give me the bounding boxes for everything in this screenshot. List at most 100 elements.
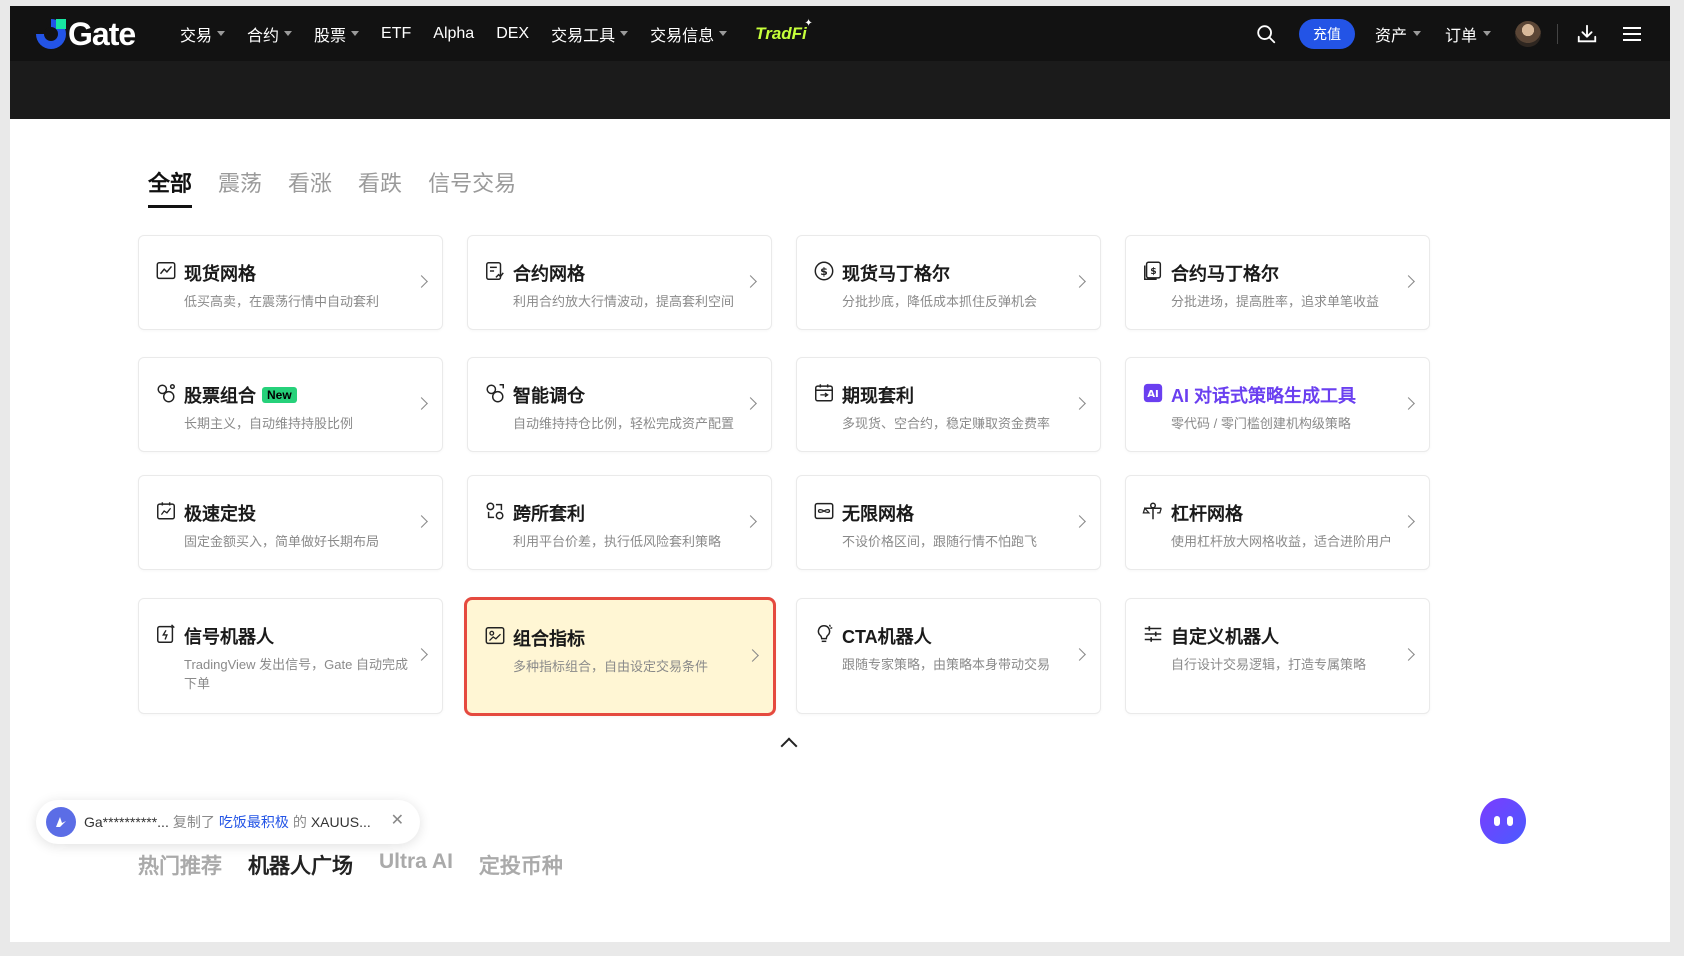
card-description: 分批进场，提高胜率，追求单笔收益 (1171, 294, 1380, 309)
nav-item-trading-tools[interactable]: 交易工具 (551, 22, 629, 46)
new-badge: New (262, 387, 297, 403)
card-description: 零代码 / 零门槛创建机构级策略 (1171, 416, 1351, 431)
tab-all[interactable]: 全部 (148, 166, 193, 208)
card-description: 使用杠杆放大网格收益，适合进阶用户 (1171, 534, 1393, 549)
card-signal-bot[interactable]: 信号机器人 TradingView 发出信号，Gate 自动完成下单 (138, 598, 443, 714)
tab-bullish[interactable]: 看涨 (288, 166, 332, 208)
leverage-scale-icon (1142, 502, 1162, 520)
tab-bearish[interactable]: 看跌 (358, 166, 402, 208)
nav-item-dex[interactable]: DEX (496, 25, 529, 43)
chevron-right-icon (1402, 396, 1415, 410)
nav-label: Alpha (433, 24, 475, 42)
toast-strategy-link[interactable]: 吃饭最积极 (219, 812, 289, 832)
nav-item-tradfi[interactable]: TradFi ✦ (755, 18, 813, 44)
download-button[interactable] (1576, 23, 1598, 45)
tab-dca-coins[interactable]: 定投币种 (479, 850, 563, 880)
collapse-chevron-up-icon[interactable] (780, 737, 798, 755)
card-leverage-grid[interactable]: 杠杆网格 使用杠杆放大网格收益，适合进阶用户 (1125, 475, 1430, 570)
chevron-right-icon (1402, 514, 1415, 528)
card-spot-martingale[interactable]: $ 现货马丁格尔 分批抄底，降低成本抓住反弹机会 (796, 235, 1101, 330)
nav-label: 股票 (314, 27, 347, 45)
download-icon (1577, 24, 1597, 42)
top-navigation-bar: Gate 交易 合约 股票 ETF Alpha DEX 交易工具 交易信息 Tr… (10, 6, 1670, 61)
chevron-right-icon (744, 396, 757, 410)
card-cta-bot[interactable]: CTA机器人 跟随专家策略，由策略本身带动交易 (796, 598, 1101, 714)
portfolio-icon (157, 384, 175, 403)
search-button[interactable] (1255, 23, 1277, 45)
deposit-button[interactable]: 充值 (1298, 18, 1355, 49)
orders-menu[interactable]: 订单 (1445, 22, 1491, 46)
card-spot-futures-arbitrage[interactable]: 期现套利 多现货、空合约，稳定赚取资金费率 (796, 357, 1101, 452)
bot-eye-icon (1506, 816, 1513, 826)
toast-user: Ga**********... (84, 814, 169, 830)
card-title-text: 股票组合 (184, 386, 256, 406)
toast-of: 的 (292, 814, 307, 830)
nav-item-trade[interactable]: 交易 (180, 22, 226, 46)
card-spot-grid[interactable]: 现货网格 低买高卖，在震荡行情中自动套利 (138, 235, 443, 330)
card-cross-exchange-arbitrage[interactable]: 跨所套利 利用平台价差，执行低风险套利策略 (467, 475, 772, 570)
infinity-grid-icon (814, 502, 834, 520)
card-smart-rebalance[interactable]: 智能调仓 自动维持持仓比例，轻松完成资产配置 (467, 357, 772, 452)
orders-label: 订单 (1444, 27, 1477, 45)
assets-menu[interactable]: 资产 (1375, 22, 1421, 46)
header-divider (1557, 23, 1558, 44)
copy-activity-toast: Ga**********... 复制了 吃饭最积极 的 XAUUS... ✕ (36, 800, 420, 844)
chevron-right-icon (744, 274, 757, 288)
card-title: 极速定投 (184, 504, 256, 524)
tab-range[interactable]: 震荡 (218, 166, 262, 208)
header-actions: 充值 资产 订单 (1255, 6, 1670, 61)
card-quick-dca[interactable]: 极速定投 固定金额买入，简单做好长期布局 (138, 475, 443, 570)
nav-item-stocks[interactable]: 股票 (314, 22, 360, 46)
card-description: 多现货、空合约，稳定赚取资金费率 (842, 416, 1051, 431)
card-title: 合约马丁格尔 (1171, 264, 1279, 284)
tab-bot-plaza[interactable]: 机器人广场 (248, 850, 353, 880)
user-avatar[interactable] (1515, 20, 1541, 47)
nav-item-trading-info[interactable]: 交易信息 (650, 22, 728, 46)
signal-bot-icon (157, 624, 175, 643)
toast-pair: XAUUS... (310, 814, 371, 830)
chat-assistant-button[interactable] (1480, 798, 1526, 844)
card-title: AI 对话式策略生成工具 (1171, 386, 1357, 406)
chevron-right-icon (1402, 648, 1415, 661)
card-description: 不设价格区间，跟随行情不怕跑飞 (842, 534, 1038, 549)
close-icon[interactable]: ✕ (391, 810, 404, 830)
header-banner-strip (10, 61, 1670, 119)
tab-hot-recommend[interactable]: 热门推荐 (138, 850, 222, 880)
main-nav: 交易 合约 股票 ETF Alpha DEX 交易工具 交易信息 TradFi ✦ (180, 6, 829, 61)
svg-text:$: $ (820, 265, 828, 278)
card-combo-indicator[interactable]: 组合指标 多种指标组合，自由设定交易条件 (464, 597, 776, 716)
hamburger-menu-icon (1623, 26, 1641, 41)
caret-down-icon (1412, 31, 1421, 36)
card-description: TradingView 发出信号，Gate 自动完成下单 (184, 657, 408, 691)
logo-text: Gate (68, 15, 136, 52)
contract-grid-icon (486, 262, 504, 280)
card-ai-strategy-generator[interactable]: AI AI 对话式策略生成工具 零代码 / 零门槛创建机构级策略 (1125, 357, 1430, 452)
nav-item-alpha[interactable]: Alpha (433, 25, 474, 43)
card-title: 无限网格 (842, 504, 914, 524)
indicator-icon (485, 627, 505, 645)
chevron-right-icon (415, 648, 428, 661)
bot-eye-icon (1493, 816, 1500, 826)
chevron-right-icon (415, 514, 428, 528)
menu-button[interactable] (1622, 25, 1642, 43)
nav-item-futures[interactable]: 合约 (247, 22, 293, 46)
card-description: 固定金额买入，简单做好长期布局 (184, 534, 380, 549)
gate-logo[interactable]: Gate (36, 15, 136, 52)
tab-signal-trading[interactable]: 信号交易 (428, 166, 516, 208)
caret-down-icon (620, 31, 629, 36)
tradfi-label: TradFi (755, 23, 807, 43)
bot-section-tabs: 热门推荐 机器人广场 Ultra AI 定投币种 (138, 850, 563, 880)
chevron-right-icon (1073, 514, 1086, 528)
tab-ultra-ai[interactable]: Ultra AI (379, 850, 453, 880)
sparkle-icon: ✦ (804, 17, 813, 29)
card-stock-portfolio[interactable]: 股票组合 New 长期主义，自动维持持股比例 (138, 357, 443, 452)
card-futures-grid[interactable]: 合约网格 利用合约放大行情波动，提高套利空间 (467, 235, 772, 330)
card-futures-martingale[interactable]: $ 合约马丁格尔 分批进场，提高胜率，追求单笔收益 (1125, 235, 1430, 330)
card-custom-bot[interactable]: 自定义机器人 自行设计交易逻辑，打造专属策略 (1125, 598, 1430, 714)
svg-text:AI: AI (1147, 389, 1159, 400)
nav-label: ETF (381, 24, 412, 42)
nav-item-etf[interactable]: ETF (381, 25, 411, 43)
chevron-right-icon (1073, 648, 1086, 661)
search-icon (1257, 24, 1276, 43)
card-infinity-grid[interactable]: 无限网格 不设价格区间，跟随行情不怕跑飞 (796, 475, 1101, 570)
